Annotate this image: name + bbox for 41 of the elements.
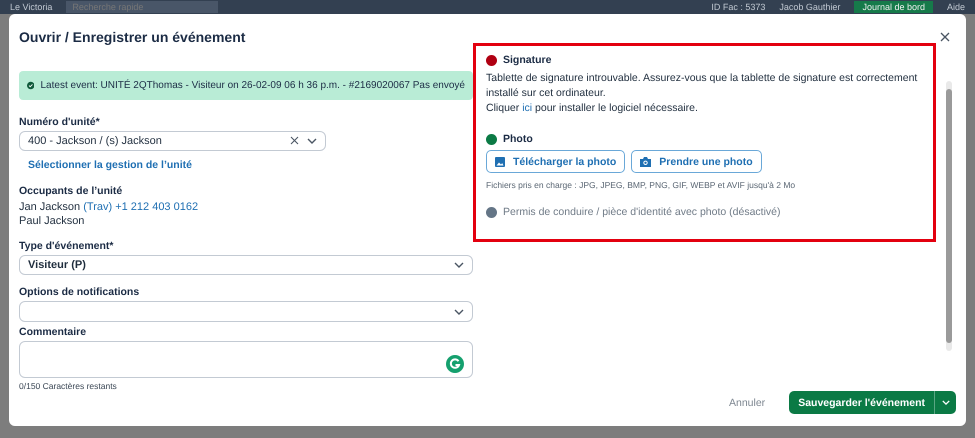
chevron-down-icon: [454, 262, 464, 268]
cancel-button[interactable]: Annuler: [722, 396, 772, 410]
dialog-title: Ouvrir / Enregistrer un événement: [19, 29, 246, 45]
occupant-entry: Paul Jackson: [19, 214, 86, 228]
scrollbar[interactable]: [946, 81, 952, 351]
take-photo-button[interactable]: Prendre une photo: [631, 150, 762, 173]
close-icon: [940, 32, 950, 42]
upload-photo-button[interactable]: Télécharger la photo: [486, 150, 626, 173]
event-type-select[interactable]: Visiteur (P): [19, 254, 473, 275]
help-link[interactable]: Aide: [946, 2, 965, 12]
select-unit-management-link[interactable]: Sélectionner la gestion de l’unité: [28, 159, 473, 172]
occupant-entry: Jan Jackson (Trav) +1 212 403 0162: [19, 200, 200, 214]
section-title: Photo: [503, 133, 533, 145]
facility-id: ID Fac : 5373: [711, 2, 766, 12]
install-link[interactable]: ici: [522, 102, 532, 114]
field-label: Numéro d'unité*: [19, 116, 101, 128]
section-title: Permis de conduire / pièce d'identité avec photo (désactivé): [503, 206, 780, 218]
field-label: Commentaire: [19, 326, 88, 338]
chevron-down-icon: [454, 308, 464, 314]
logbook-button[interactable]: Journal de bord: [854, 1, 933, 13]
chevron-down-icon: [942, 400, 950, 405]
signature-message: Tablette de signature introuvable. Assurez-vous que la tablette de signature est correctement installé sur cet ordinateur.: [486, 71, 918, 101]
close-button[interactable]: [938, 30, 952, 44]
section-title: Signature: [503, 54, 552, 66]
grammar-assistant-icon[interactable]: [446, 355, 464, 373]
user-name[interactable]: Jacob Gauthier: [779, 2, 840, 12]
clear-icon[interactable]: [290, 136, 299, 146]
unit-select[interactable]: 400 - Jackson / (s) Jackson: [19, 130, 326, 152]
image-icon: [495, 156, 505, 166]
install-instruction: Cliquer ici pour installer le logiciel nécessaire.: [486, 101, 699, 116]
chevron-down-icon: [307, 138, 317, 144]
camera-icon: [640, 156, 652, 166]
file-types-note: Fichiers pris en charge : JPG, JPEG, BMP, PNG, GIF, WEBP et AVIF jusqu'à 2 Mo: [486, 180, 796, 190]
field-label: Type d'événement*: [19, 240, 114, 252]
app-title: Le Victoria: [10, 2, 52, 12]
field-label: Options de notifications: [19, 286, 140, 298]
save-event-button[interactable]: Sauvegarder l'événement: [789, 391, 934, 414]
comment-field[interactable]: [19, 341, 473, 378]
character-counter: 0/150 Caractères restants: [19, 381, 118, 391]
alert-text: Latest event: UNITÉ 2QThomas - Visiteur on 26-02-09 06 h 36 p.m. - #2169020067 Pas envoyé: [40, 80, 465, 91]
field-label: Occupants de l’unité: [19, 185, 124, 198]
